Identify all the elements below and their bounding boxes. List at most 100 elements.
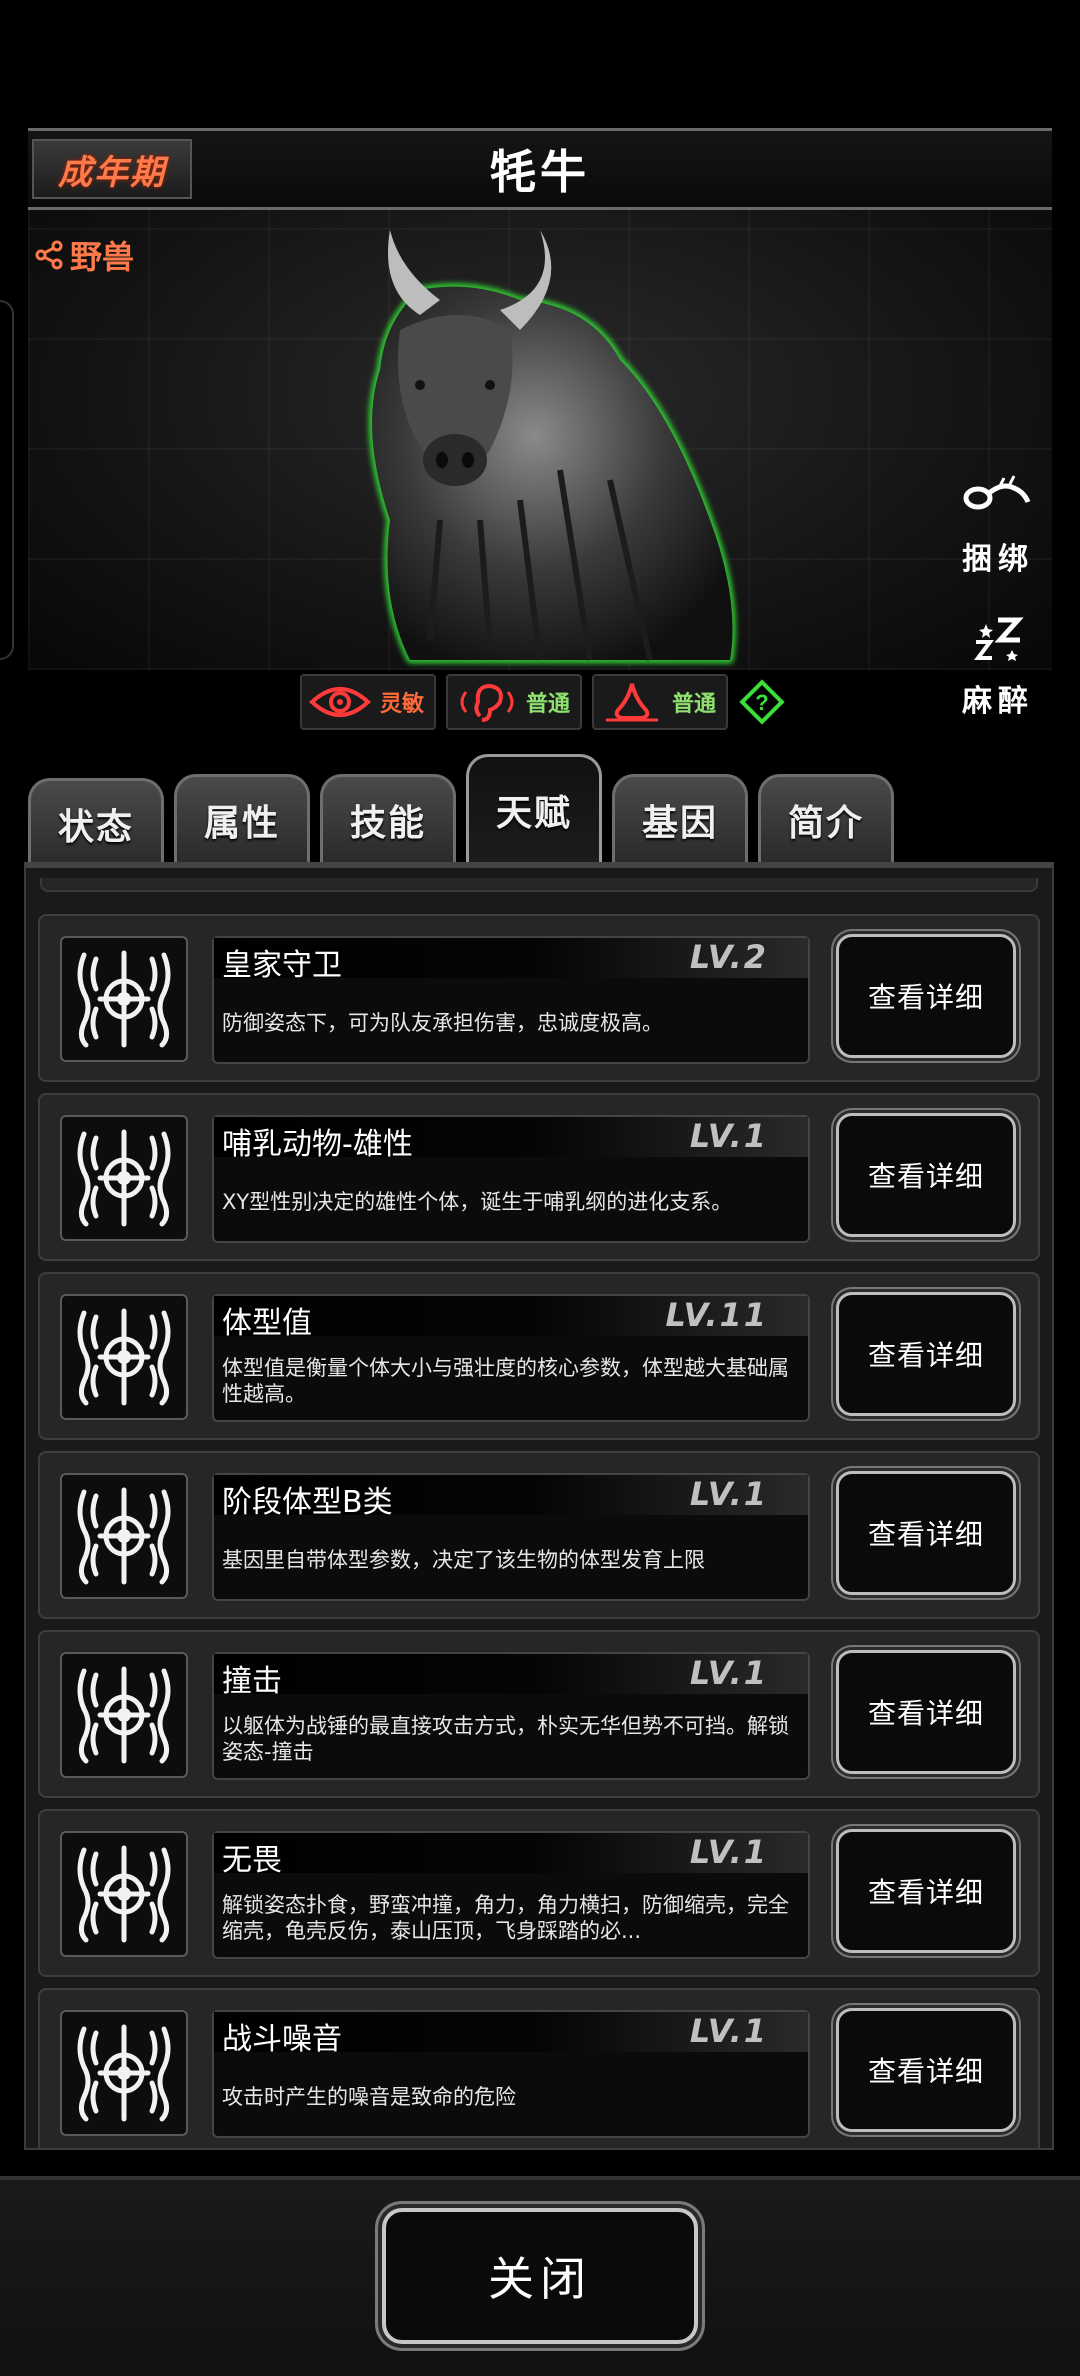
talent-row: 阶段体型B类 LV.1 基因里自带体型参数，决定了该生物的体型发育上限 查看详细 [38, 1451, 1040, 1619]
view-details-button[interactable]: 查看详细 [836, 1113, 1016, 1237]
eye-icon [309, 687, 371, 717]
talent-info: 无畏 LV.1 解锁姿态扑食，野蛮冲撞，角力，角力横扫，防御缩壳，完全缩壳，龟壳… [212, 1831, 810, 1959]
tab-intro[interactable]: 简介 [758, 774, 894, 862]
talent-row: 体型值 LV.11 体型值是衡量个体大小与强壮度的核心参数，体型越大基础属性越高… [38, 1272, 1040, 1440]
senses-help-button[interactable]: ? [738, 678, 786, 726]
question-icon: ? [739, 679, 785, 725]
talent-level: LV.2 [689, 938, 768, 976]
talent-list[interactable]: 皇家守卫 LV.2 防御姿态下，可为队友承担伤害，忠诚度极高。 查看详细 哺乳动… [24, 862, 1054, 2150]
talent-icon [60, 1115, 188, 1241]
talent-level: LV.1 [689, 1117, 768, 1155]
tab-bar: 状态 属性 技能 天赋 基因 简介 [28, 752, 894, 866]
talent-description: 防御姿态下，可为队友承担伤害，忠诚度极高。 [222, 988, 794, 1058]
talent-name: 无畏 [222, 1843, 282, 1878]
species-link[interactable]: 野兽 [34, 232, 134, 278]
view-details-button[interactable]: 查看详细 [836, 1650, 1016, 1774]
nose-icon [606, 683, 659, 722]
talent-description-text: 以躯体为战锤的最直接攻击方式，朴实无华但势不可挡。解锁姿态-撞击 [222, 1714, 789, 1764]
svg-text:?: ? [755, 690, 768, 715]
left-edge-handle [0, 300, 14, 660]
talent-name: 撞击 [222, 1664, 282, 1699]
species-label: 野兽 [70, 238, 135, 276]
talent-info: 哺乳动物-雄性 LV.1 XY型性别决定的雄性个体，诞生于哺乳纲的进化支系。 [212, 1115, 810, 1243]
sense-sight: 灵敏 [300, 674, 437, 730]
talent-description: 基因里自带体型参数，决定了该生物的体型发育上限 [222, 1525, 794, 1595]
talent-rune-icon [77, 1487, 171, 1585]
talent-row: 皇家守卫 LV.2 防御姿态下，可为队友承担伤害，忠诚度极高。 查看详细 [38, 914, 1040, 1082]
talent-level: LV.1 [689, 1475, 768, 1513]
bind-button[interactable]: 捆绑 [962, 472, 1034, 578]
view-details-button[interactable]: 查看详细 [836, 934, 1016, 1058]
life-stage-badge: 成年期 [32, 139, 192, 199]
yak-portrait [369, 230, 736, 663]
talent-row: 哺乳动物-雄性 LV.1 XY型性别决定的雄性个体，诞生于哺乳纲的进化支系。 查… [38, 1093, 1040, 1261]
talent-icon [60, 936, 188, 1062]
anesthetize-button[interactable]: 麻醉 [962, 614, 1034, 720]
talent-level: LV.1 [689, 2012, 768, 2050]
view-details-button[interactable]: 查看详细 [836, 1471, 1016, 1595]
talent-rune-icon [77, 950, 171, 1048]
talent-rune-icon [77, 2024, 171, 2122]
tab-attributes[interactable]: 属性 [174, 774, 310, 862]
ear-icon [460, 683, 514, 722]
list-scroll-edge [40, 878, 1038, 892]
talent-rune-icon [77, 1308, 171, 1406]
talent-description-text: 体型值是衡量个体大小与强壮度的核心参数，体型越大基础属性越高。 [222, 1356, 789, 1406]
talent-rune-icon [77, 1845, 171, 1943]
close-button[interactable]: 关闭 [382, 2208, 698, 2344]
sense-hearing-label: 普通 [526, 692, 571, 717]
talent-rune-icon [77, 1666, 171, 1764]
talent-description: 以躯体为战锤的最直接攻击方式，朴实无华但势不可挡。解锁姿态-撞击 [222, 1704, 794, 1774]
side-actions: 捆绑 麻醉 [962, 472, 1034, 720]
talent-description-text: 基因里自带体型参数，决定了该生物的体型发育上限 [222, 1548, 705, 1572]
talent-info: 体型值 LV.11 体型值是衡量个体大小与强壮度的核心参数，体型越大基础属性越高… [212, 1294, 810, 1422]
tab-talents[interactable]: 天赋 [466, 754, 602, 862]
talent-row: 撞击 LV.1 以躯体为战锤的最直接攻击方式，朴实无华但势不可挡。解锁姿态-撞击… [38, 1630, 1040, 1798]
talent-name: 哺乳动物-雄性 [222, 1127, 413, 1162]
share-icon [35, 240, 63, 270]
talent-icon [60, 1831, 188, 1957]
tab-genes[interactable]: 基因 [612, 774, 748, 862]
talent-name: 阶段体型B类 [222, 1485, 393, 1520]
talent-info: 撞击 LV.1 以躯体为战锤的最直接攻击方式，朴实无华但势不可挡。解锁姿态-撞击 [212, 1652, 810, 1780]
talent-description-text: 攻击时产生的噪音是致命的危险 [222, 2085, 516, 2109]
talent-description: 解锁姿态扑食，野蛮冲撞，角力，角力横扫，防御缩壳，完全缩壳，龟壳反伤，泰山压顶，… [222, 1883, 794, 1953]
tab-skills[interactable]: 技能 [320, 774, 456, 862]
talent-description: 体型值是衡量个体大小与强壮度的核心参数，体型越大基础属性越高。 [222, 1346, 794, 1416]
talent-row: 无畏 LV.1 解锁姿态扑食，野蛮冲撞，角力，角力横扫，防御缩壳，完全缩壳，龟壳… [38, 1809, 1040, 1977]
talent-icon [60, 1652, 188, 1778]
talent-name: 皇家守卫 [222, 948, 342, 983]
talent-description-text: XY型性别决定的雄性个体，诞生于哺乳纲的进化支系。 [222, 1190, 733, 1214]
sense-smell-label: 普通 [672, 692, 717, 717]
talent-description-text: 防御姿态下，可为队友承担伤害，忠诚度极高。 [222, 1011, 663, 1035]
talent-rune-icon [77, 1129, 171, 1227]
rope-icon [963, 475, 1031, 510]
talent-description: XY型性别决定的雄性个体，诞生于哺乳纲的进化支系。 [222, 1167, 794, 1237]
talent-icon [60, 1473, 188, 1599]
sleep-zzz-icon [974, 617, 1024, 661]
talent-row: 战斗噪音 LV.1 攻击时产生的噪音是致命的危险 查看详细 [38, 1988, 1040, 2148]
talent-description-text: 解锁姿态扑食，野蛮冲撞，角力，角力横扫，防御缩壳，完全缩壳，龟壳反伤，泰山压顶，… [222, 1893, 789, 1943]
talent-info: 皇家守卫 LV.2 防御姿态下，可为队友承担伤害，忠诚度极高。 [212, 936, 810, 1064]
bind-label: 捆绑 [962, 542, 1034, 577]
header-bar: 牦牛 成年期 [28, 128, 1052, 210]
sense-smell: 普通 [592, 674, 729, 730]
talent-name: 体型值 [222, 1306, 312, 1341]
view-details-button[interactable]: 查看详细 [836, 1292, 1016, 1416]
talent-info: 阶段体型B类 LV.1 基因里自带体型参数，决定了该生物的体型发育上限 [212, 1473, 810, 1601]
talent-level: LV.1 [689, 1833, 768, 1871]
talent-icon [60, 2010, 188, 2136]
senses-row: 灵敏 普通 普通 ? [300, 674, 786, 730]
talent-level: LV.1 [689, 1654, 768, 1692]
talent-level: LV.11 [665, 1296, 768, 1334]
sense-hearing: 普通 [446, 674, 583, 730]
sense-sight-label: 灵敏 [380, 692, 425, 717]
tab-status[interactable]: 状态 [28, 778, 164, 866]
anesthetize-label: 麻醉 [962, 684, 1034, 719]
view-details-button[interactable]: 查看详细 [836, 1829, 1016, 1953]
talent-icon [60, 1294, 188, 1420]
talent-description: 攻击时产生的噪音是致命的危险 [222, 2062, 794, 2132]
talent-info: 战斗噪音 LV.1 攻击时产生的噪音是致命的危险 [212, 2010, 810, 2138]
talent-name: 战斗噪音 [222, 2022, 342, 2057]
view-details-button[interactable]: 查看详细 [836, 2008, 1016, 2132]
